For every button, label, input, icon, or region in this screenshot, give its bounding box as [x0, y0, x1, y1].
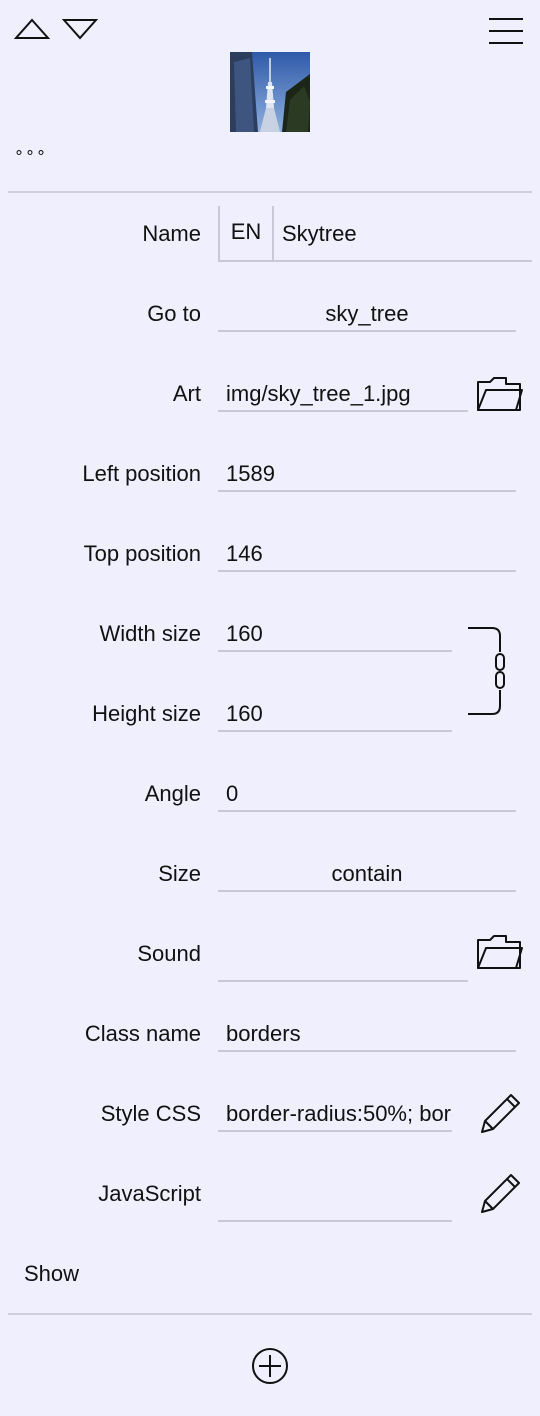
angle-input[interactable]: 0 — [218, 774, 516, 812]
left-position-label: Left position — [82, 461, 201, 486]
height-size-input[interactable]: 160 — [218, 694, 452, 732]
size-select[interactable]: contain — [218, 854, 516, 892]
aspect-ratio-lock-icon[interactable] — [466, 626, 506, 718]
goto-select[interactable]: sky_tree — [218, 294, 516, 332]
art-thumbnail — [230, 52, 310, 132]
move-down-icon[interactable] — [62, 18, 98, 40]
style-css-edit-pencil-icon[interactable] — [476, 1090, 524, 1138]
sound-folder-icon[interactable] — [476, 934, 524, 972]
art-input[interactable]: img/sky_tree_1.jpg — [218, 374, 468, 412]
style-css-input[interactable]: border-radius:50%; border:4px solid whit… — [218, 1094, 452, 1132]
goto-label: Go to — [147, 301, 201, 326]
top-position-input[interactable]: 146 — [218, 534, 516, 572]
name-input[interactable]: Skytree — [274, 220, 532, 262]
class-name-input[interactable]: borders — [218, 1014, 516, 1052]
angle-label: Angle — [144, 781, 201, 806]
javascript-edit-pencil-icon[interactable] — [476, 1170, 524, 1218]
top-divider — [8, 191, 532, 193]
add-circle-icon[interactable] — [251, 1347, 289, 1385]
name-lang-value: EN — [230, 219, 262, 244]
style-css-label: Style CSS — [100, 1101, 201, 1126]
class-name-label: Class name — [84, 1021, 201, 1046]
sound-input[interactable] — [218, 944, 468, 982]
art-label: Art — [172, 381, 201, 406]
name-lang-box[interactable]: EN — [218, 206, 274, 262]
javascript-input[interactable] — [218, 1184, 452, 1222]
top-position-label: Top position — [83, 541, 201, 566]
javascript-label: JavaScript — [98, 1181, 201, 1206]
sound-label: Sound — [137, 941, 201, 966]
menu-icon[interactable] — [488, 17, 524, 45]
size-label: Size — [158, 861, 201, 886]
left-position-input[interactable]: 1589 — [218, 454, 516, 492]
bottom-divider — [8, 1313, 532, 1315]
width-size-input[interactable]: 160 — [218, 614, 452, 652]
art-folder-icon[interactable] — [476, 376, 524, 414]
width-size-label: Width size — [99, 621, 201, 646]
more-options-button[interactable]: ∘∘∘ — [14, 142, 47, 162]
name-label: Name — [142, 221, 201, 246]
move-up-icon[interactable] — [14, 18, 50, 40]
show-toggle[interactable]: Show — [24, 1260, 79, 1288]
height-size-label: Height size — [92, 701, 201, 726]
